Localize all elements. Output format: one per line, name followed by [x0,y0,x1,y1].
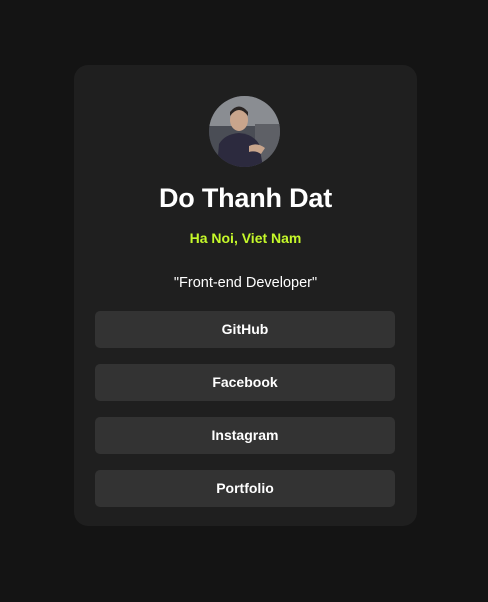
github-link-button[interactable]: GitHub [95,311,395,348]
instagram-link-button[interactable]: Instagram [95,417,395,454]
social-links: GitHub Facebook Instagram Portfolio [95,311,395,523]
profile-bio: "Front-end Developer" [173,275,318,291]
portfolio-link-button[interactable]: Portfolio [95,470,395,507]
profile-name: Do Thanh Dat [158,183,333,213]
avatar-photo-icon [209,96,280,167]
facebook-link-button[interactable]: Facebook [95,364,395,401]
avatar [209,96,280,167]
profile-card: Do Thanh Dat Ha Noi, Viet Nam "Front-end… [74,65,417,526]
profile-location: Ha Noi, Viet Nam [189,230,302,246]
